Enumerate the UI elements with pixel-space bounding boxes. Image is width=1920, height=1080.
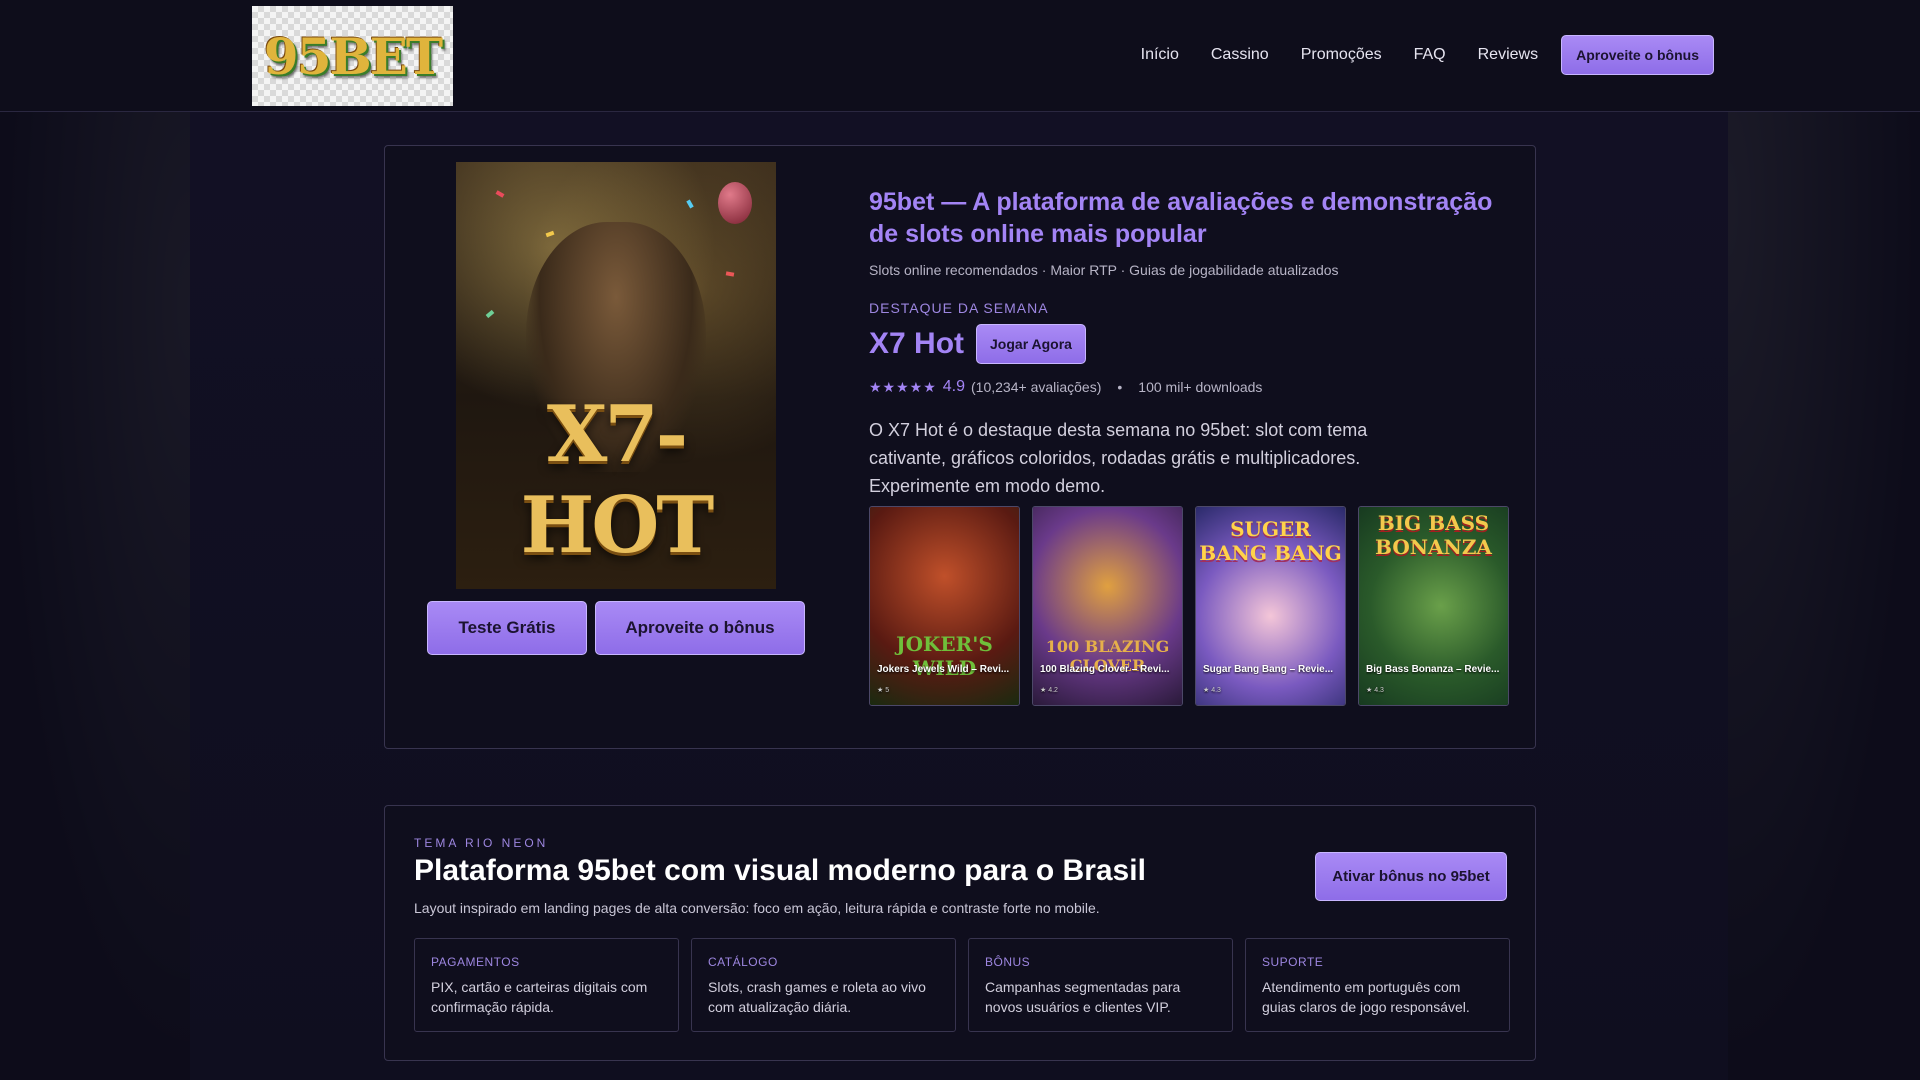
confetti [495, 190, 505, 198]
featured-kicker: DESTAQUE DA SEMANA [869, 300, 1049, 316]
hero-title: 95bet — A plataforma de avaliações e dem… [869, 188, 1493, 248]
card-label: CATÁLOGO [708, 955, 778, 969]
feature-card-catalog: CATÁLOGO Slots, crash games e roleta ao … [691, 938, 956, 1032]
try-free-button[interactable]: Teste Grátis [427, 601, 587, 655]
game-thumb-big-bass[interactable]: BIG BASS BONANZA Big Bass Bonanza – Revi… [1358, 506, 1509, 706]
thumb-title: Big Bass Bonanza – Revie... [1366, 664, 1500, 675]
confetti [725, 271, 735, 277]
card-label: BÔNUS [985, 955, 1031, 969]
right-glow [1728, 112, 1920, 1080]
card-label: PAGAMENTOS [431, 955, 520, 969]
hero-info: 95bet — A plataforma de avaliações e dem… [869, 186, 1509, 500]
star-rating-icon: ★★★★★ [869, 378, 937, 395]
game-logo-art: X7-HOT [520, 389, 715, 571]
thumb-title: Jokers Jewels Wild – Revi... [877, 664, 1010, 675]
hero-card: X7-HOT Teste Grátis Aproveite o bônus 95… [384, 145, 1536, 749]
game-thumb-sugar-bang[interactable]: SUGER BANG BANG Sugar Bang Bang – Revie.… [1195, 506, 1346, 706]
feature-card-support: SUPORTE Atendimento em português com gui… [1245, 938, 1510, 1032]
hero-subtitle: Slots online recomendados · Maior RTP · … [869, 262, 1339, 278]
nav-inicio[interactable]: Início [1141, 46, 1179, 64]
nav-reviews[interactable]: Reviews [1478, 46, 1538, 64]
game-thumb-jokers-jewels[interactable]: JOKER'S WILD Jokers Jewels Wild – Revi..… [869, 506, 1020, 706]
section-title: Plataforma 95bet com visual moderno para… [414, 854, 1146, 887]
thumb-rating: ★ 4.2 [1040, 687, 1058, 694]
rating-value: 4.9 [942, 378, 966, 395]
card-text: Slots, crash games e roleta ao vivo com … [708, 979, 926, 1015]
downloads-count: 100 mil+ downloads [1138, 379, 1263, 395]
balloon [718, 182, 752, 224]
featured-game-image[interactable]: X7-HOT [456, 162, 776, 589]
game-thumb-blazing-clover[interactable]: 100 BLAZING CLOVER 100 Blazing Clover – … [1032, 506, 1183, 706]
nav-promocoes[interactable]: Promoções [1301, 46, 1382, 64]
confetti [686, 199, 694, 209]
thumb-rating: ★ 5 [877, 687, 890, 694]
confetti [485, 309, 495, 319]
play-now-button[interactable]: Jogar Agora [976, 324, 1086, 364]
activate-bonus-button[interactable]: Ativar bônus no 95bet [1315, 852, 1507, 901]
hero-buttons: Teste Grátis Aproveite o bônus [427, 601, 805, 655]
thumb-rating: ★ 4.3 [1366, 687, 1384, 694]
featured-row: X7 Hot Jogar Agora [869, 324, 1509, 364]
site-logo[interactable]: 95BET [252, 6, 453, 106]
theme-section: TEMA RIO NEON Plataforma 95bet com visua… [384, 805, 1536, 1061]
game-thumbnails: JOKER'S WILD Jokers Jewels Wild – Revi..… [869, 506, 1509, 706]
card-text: Campanhas segmentadas para novos usuário… [985, 979, 1181, 1015]
section-kicker: TEMA RIO NEON [414, 836, 549, 850]
thumb-art-text: SUGER BANG BANG [1199, 517, 1342, 565]
bullet-separator: • [1117, 379, 1123, 395]
header-bonus-button[interactable]: Aproveite o bônus [1561, 35, 1714, 75]
feature-cards: PAGAMENTOS PIX, cartão e carteiras digit… [414, 938, 1510, 1032]
card-label: SUPORTE [1262, 955, 1324, 969]
rating-row: ★★★★★ 4.9 (10,234+ avaliações) • 100 mil… [869, 378, 1509, 396]
main-nav: Início Cassino Promoções FAQ Reviews Apr… [1141, 35, 1714, 75]
card-text: PIX, cartão e carteiras digitais com con… [431, 979, 648, 1015]
rating-count: (10,234+ avaliações) [971, 379, 1102, 395]
featured-game-name: X7 Hot [869, 327, 965, 360]
thumb-rating: ★ 4.3 [1203, 687, 1221, 694]
hero-bonus-button[interactable]: Aproveite o bônus [595, 601, 805, 655]
feature-card-bonus: BÔNUS Campanhas segmentadas para novos u… [968, 938, 1233, 1032]
nav-faq[interactable]: FAQ [1414, 46, 1446, 64]
site-header: 95BET Início Cassino Promoções FAQ Revie… [0, 0, 1920, 112]
nav-cassino[interactable]: Cassino [1211, 46, 1269, 64]
logo-text: 95BET [263, 26, 443, 86]
thumb-art [1033, 507, 1182, 705]
confetti [545, 230, 555, 238]
left-glow [0, 112, 190, 1080]
featured-description: O X7 Hot é o destaque desta semana no 95… [869, 420, 1368, 496]
feature-card-payments: PAGAMENTOS PIX, cartão e carteiras digit… [414, 938, 679, 1032]
thumb-title: 100 Blazing Clover – Revi... [1040, 664, 1170, 675]
thumb-art-text: BIG BASS BONANZA [1375, 511, 1492, 559]
thumb-title: Sugar Bang Bang – Revie... [1203, 664, 1334, 675]
card-text: Atendimento em português com guias claro… [1262, 979, 1470, 1015]
section-subtitle: Layout inspirado em landing pages de alt… [414, 900, 1100, 916]
